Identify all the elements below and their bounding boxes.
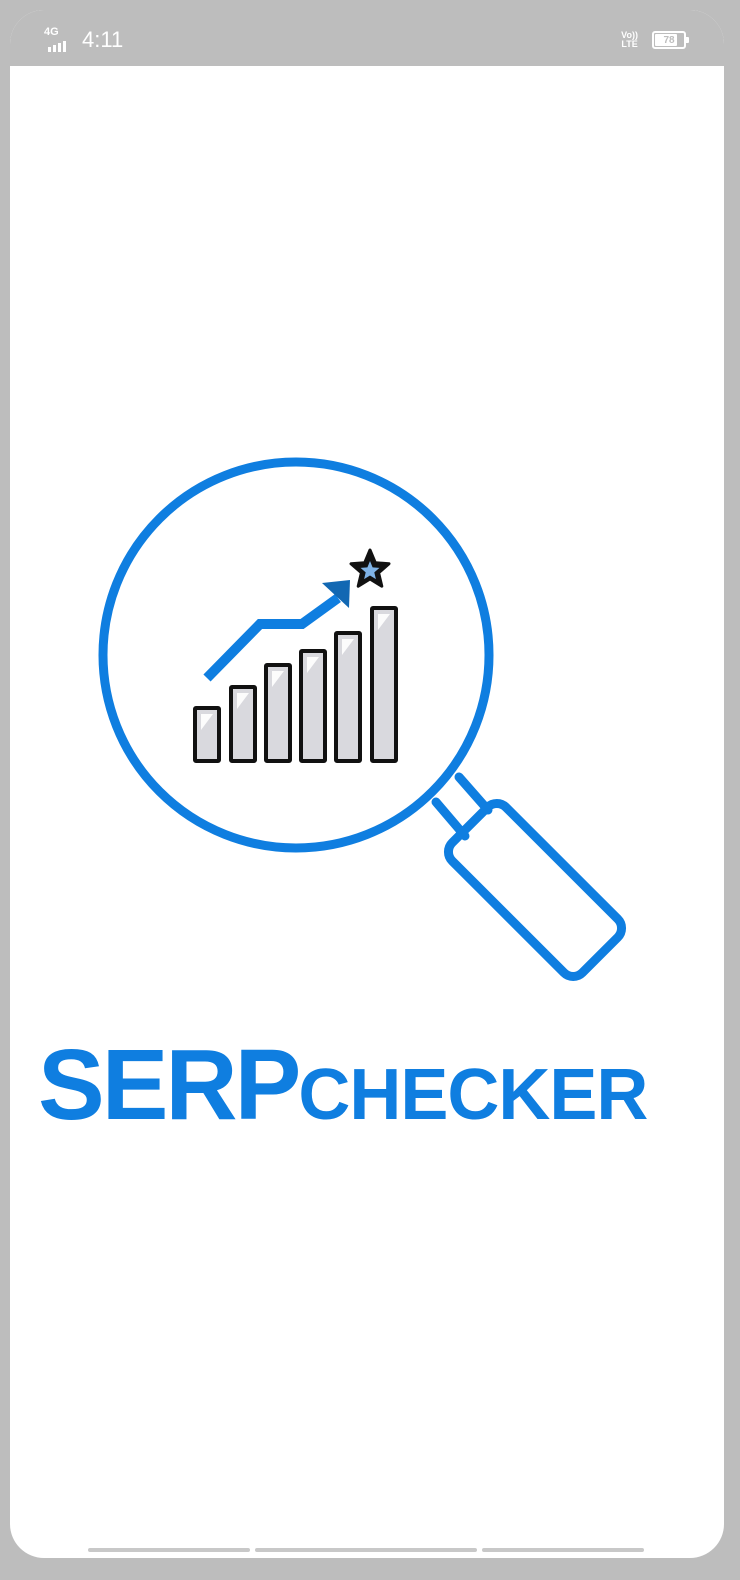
- star-icon: [349, 548, 391, 588]
- bar-chart-icon: [193, 606, 398, 763]
- gesture-bar-segment: [255, 1548, 477, 1552]
- magnifier-handle: [443, 798, 627, 982]
- brand-serp: SERP: [38, 1029, 301, 1141]
- gesture-bar-segment: [88, 1548, 250, 1552]
- magnifier-lens: [98, 457, 494, 853]
- chart-bar: [334, 631, 362, 763]
- app-name: SERPCHECKER: [38, 1028, 708, 1143]
- gesture-bar-segment: [482, 1548, 644, 1552]
- chart-bar: [299, 649, 327, 763]
- splash-screen: 4G 4:11 Vo)) LTE 78 SERPCHECKER: [10, 10, 724, 1558]
- gesture-bar[interactable]: [88, 1548, 644, 1552]
- chart-bar: [264, 663, 292, 763]
- magnifier-chart-icon: [98, 457, 627, 982]
- chart-bar: [370, 606, 398, 763]
- brand-checker: CHECKER: [298, 1055, 648, 1135]
